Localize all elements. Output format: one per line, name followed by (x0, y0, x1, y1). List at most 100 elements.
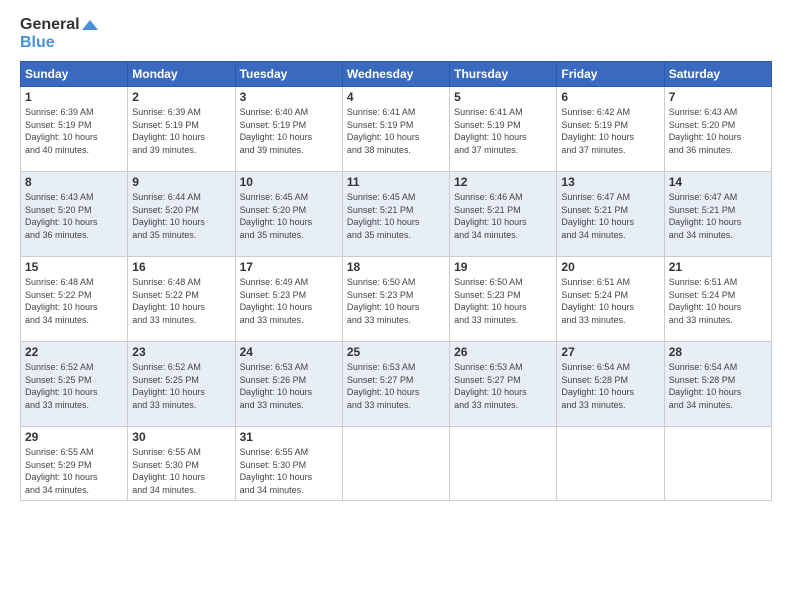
day-info: Sunrise: 6:53 AM Sunset: 5:26 PM Dayligh… (240, 361, 338, 411)
calendar-cell: 13 Sunrise: 6:47 AM Sunset: 5:21 PM Dayli… (557, 172, 664, 257)
calendar-cell: 11 Sunrise: 6:45 AM Sunset: 5:21 PM Dayli… (342, 172, 449, 257)
calendar-cell: 23 Sunrise: 6:52 AM Sunset: 5:25 PM Dayli… (128, 342, 235, 427)
day-info: Sunrise: 6:45 AM Sunset: 5:21 PM Dayligh… (347, 191, 445, 241)
day-number: 16 (132, 260, 230, 274)
calendar-row-1: 1 Sunrise: 6:39 AM Sunset: 5:19 PM Daylig… (21, 87, 772, 172)
calendar-row-3: 15 Sunrise: 6:48 AM Sunset: 5:22 PM Dayli… (21, 257, 772, 342)
day-info: Sunrise: 6:50 AM Sunset: 5:23 PM Dayligh… (454, 276, 552, 326)
day-number: 9 (132, 175, 230, 189)
col-wednesday: Wednesday (342, 62, 449, 87)
day-info: Sunrise: 6:45 AM Sunset: 5:20 PM Dayligh… (240, 191, 338, 241)
calendar-cell: 12 Sunrise: 6:46 AM Sunset: 5:21 PM Dayli… (450, 172, 557, 257)
day-info: Sunrise: 6:54 AM Sunset: 5:28 PM Dayligh… (561, 361, 659, 411)
day-info: Sunrise: 6:43 AM Sunset: 5:20 PM Dayligh… (669, 106, 767, 156)
day-info: Sunrise: 6:55 AM Sunset: 5:30 PM Dayligh… (132, 446, 230, 496)
page: General Blue Sunday Monday Tuesday Wedne… (0, 0, 792, 612)
day-number: 17 (240, 260, 338, 274)
calendar-cell: 25Sunrise: 6:53 AM Sunset: 5:27 PM Dayli… (342, 342, 449, 427)
day-number: 2 (132, 90, 230, 104)
col-saturday: Saturday (664, 62, 771, 87)
day-number: 1 (25, 90, 123, 104)
calendar-cell: 17 Sunrise: 6:49 AM Sunset: 5:23 PM Dayli… (235, 257, 342, 342)
col-tuesday: Tuesday (235, 62, 342, 87)
day-number: 5 (454, 90, 552, 104)
day-info: Sunrise: 6:41 AM Sunset: 5:19 PM Dayligh… (454, 106, 552, 156)
calendar-cell: 21Sunrise: 6:51 AM Sunset: 5:24 PM Dayli… (664, 257, 771, 342)
calendar-cell: 10 Sunrise: 6:45 AM Sunset: 5:20 PM Dayli… (235, 172, 342, 257)
calendar-cell: 29 Sunrise: 6:55 AM Sunset: 5:29 PM Dayli… (21, 427, 128, 500)
day-info: Sunrise: 6:42 AM Sunset: 5:19 PM Dayligh… (561, 106, 659, 156)
day-number: 29 (25, 430, 123, 444)
calendar-cell: 7 Sunrise: 6:43 AM Sunset: 5:20 PM Daylig… (664, 87, 771, 172)
day-number: 26 (454, 345, 552, 359)
day-number: 8 (25, 175, 123, 189)
day-info: Sunrise: 6:53 AM Sunset: 5:27 PM Dayligh… (454, 361, 552, 411)
calendar-table: Sunday Monday Tuesday Wednesday Thursday… (20, 61, 772, 500)
calendar-cell: 30 Sunrise: 6:55 AM Sunset: 5:30 PM Dayli… (128, 427, 235, 500)
calendar-cell: 6 Sunrise: 6:42 AM Sunset: 5:19 PM Daylig… (557, 87, 664, 172)
day-info: Sunrise: 6:41 AM Sunset: 5:19 PM Dayligh… (347, 106, 445, 156)
col-thursday: Thursday (450, 62, 557, 87)
calendar-row-5: 29 Sunrise: 6:55 AM Sunset: 5:29 PM Dayli… (21, 427, 772, 500)
day-number: 21 (669, 260, 767, 274)
calendar-cell: 26 Sunrise: 6:53 AM Sunset: 5:27 PM Dayli… (450, 342, 557, 427)
logo-text: General Blue (20, 16, 98, 51)
col-sunday: Sunday (21, 62, 128, 87)
day-number: 24 (240, 345, 338, 359)
calendar-cell: 2 Sunrise: 6:39 AM Sunset: 5:19 PM Daylig… (128, 87, 235, 172)
calendar-cell: 19 Sunrise: 6:50 AM Sunset: 5:23 PM Dayli… (450, 257, 557, 342)
day-info: Sunrise: 6:48 AM Sunset: 5:22 PM Dayligh… (132, 276, 230, 326)
day-info: Sunrise: 6:52 AM Sunset: 5:25 PM Dayligh… (132, 361, 230, 411)
day-number: 15 (25, 260, 123, 274)
day-info: Sunrise: 6:39 AM Sunset: 5:19 PM Dayligh… (132, 106, 230, 156)
day-number: 12 (454, 175, 552, 189)
calendar-cell: 22 Sunrise: 6:52 AM Sunset: 5:25 PM Dayli… (21, 342, 128, 427)
calendar-cell: 5 Sunrise: 6:41 AM Sunset: 5:19 PM Daylig… (450, 87, 557, 172)
day-number: 27 (561, 345, 659, 359)
day-info: Sunrise: 6:55 AM Sunset: 5:29 PM Dayligh… (25, 446, 123, 496)
calendar-cell: 9 Sunrise: 6:44 AM Sunset: 5:20 PM Daylig… (128, 172, 235, 257)
calendar-row-2: 8Sunrise: 6:43 AM Sunset: 5:20 PM Daylig… (21, 172, 772, 257)
day-number: 6 (561, 90, 659, 104)
day-info: Sunrise: 6:47 AM Sunset: 5:21 PM Dayligh… (669, 191, 767, 241)
day-info: Sunrise: 6:52 AM Sunset: 5:25 PM Dayligh… (25, 361, 123, 411)
day-info: Sunrise: 6:51 AM Sunset: 5:24 PM Dayligh… (561, 276, 659, 326)
day-info: Sunrise: 6:44 AM Sunset: 5:20 PM Dayligh… (132, 191, 230, 241)
calendar-cell (342, 427, 449, 500)
day-number: 28 (669, 345, 767, 359)
day-info: Sunrise: 6:40 AM Sunset: 5:19 PM Dayligh… (240, 106, 338, 156)
day-info: Sunrise: 6:47 AM Sunset: 5:21 PM Dayligh… (561, 191, 659, 241)
calendar-cell: 31 Sunrise: 6:55 AM Sunset: 5:30 PM Dayli… (235, 427, 342, 500)
day-number: 18 (347, 260, 445, 274)
day-number: 19 (454, 260, 552, 274)
day-info: Sunrise: 6:49 AM Sunset: 5:23 PM Dayligh… (240, 276, 338, 326)
day-number: 31 (240, 430, 338, 444)
calendar-cell: 28 Sunrise: 6:54 AM Sunset: 5:28 PM Dayli… (664, 342, 771, 427)
day-number: 25 (347, 345, 445, 359)
calendar-cell (557, 427, 664, 500)
day-info: Sunrise: 6:55 AM Sunset: 5:30 PM Dayligh… (240, 446, 338, 496)
day-number: 22 (25, 345, 123, 359)
calendar-cell: 20 Sunrise: 6:51 AM Sunset: 5:24 PM Dayli… (557, 257, 664, 342)
day-info: Sunrise: 6:54 AM Sunset: 5:28 PM Dayligh… (669, 361, 767, 411)
day-number: 7 (669, 90, 767, 104)
header: General Blue (20, 16, 772, 51)
day-number: 3 (240, 90, 338, 104)
day-info: Sunrise: 6:48 AM Sunset: 5:22 PM Dayligh… (25, 276, 123, 326)
calendar-cell: 24 Sunrise: 6:53 AM Sunset: 5:26 PM Dayli… (235, 342, 342, 427)
calendar-cell: 27 Sunrise: 6:54 AM Sunset: 5:28 PM Dayli… (557, 342, 664, 427)
day-number: 23 (132, 345, 230, 359)
col-friday: Friday (557, 62, 664, 87)
header-row: Sunday Monday Tuesday Wednesday Thursday… (21, 62, 772, 87)
col-monday: Monday (128, 62, 235, 87)
day-number: 20 (561, 260, 659, 274)
day-number: 11 (347, 175, 445, 189)
calendar-cell (664, 427, 771, 500)
day-number: 10 (240, 175, 338, 189)
day-number: 30 (132, 430, 230, 444)
calendar-cell: 8Sunrise: 6:43 AM Sunset: 5:20 PM Daylig… (21, 172, 128, 257)
calendar-cell (450, 427, 557, 500)
calendar-cell: 18Sunrise: 6:50 AM Sunset: 5:23 PM Dayli… (342, 257, 449, 342)
day-info: Sunrise: 6:46 AM Sunset: 5:21 PM Dayligh… (454, 191, 552, 241)
day-number: 13 (561, 175, 659, 189)
